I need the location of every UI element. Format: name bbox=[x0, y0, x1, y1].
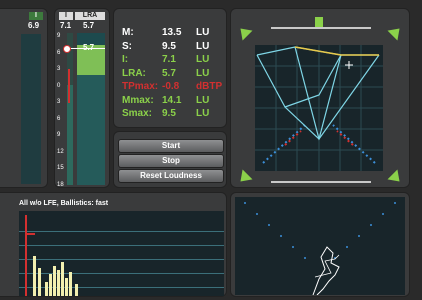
readout-value: 9.5 bbox=[162, 40, 176, 52]
histogram-bar bbox=[65, 278, 68, 296]
loudness-readout-panel: M: 13.5 LU S: 9.5 LU I: 7.1 LU LRA: 5.7 LU TPmax: -0.… bbox=[113, 8, 227, 128]
histogram-bar bbox=[45, 282, 48, 296]
readout-unit: LU bbox=[196, 94, 210, 106]
vectorscope-area bbox=[235, 197, 405, 296]
meter-scale-tick: 15 bbox=[57, 165, 64, 171]
surround-scope-panel bbox=[230, 8, 410, 188]
readout-label: Mmax: bbox=[122, 94, 154, 106]
meter-scale-tick: 9 bbox=[57, 33, 61, 39]
histogram-gridline bbox=[19, 259, 224, 260]
meter-lra-label: LRA bbox=[75, 12, 105, 20]
readout-value: 13.5 bbox=[162, 27, 182, 38]
readout-value: 14.1 bbox=[162, 94, 182, 106]
scope-top-balance-handle[interactable] bbox=[315, 17, 323, 27]
left-meter-panel: I 6.9 bbox=[0, 8, 48, 188]
readout-unit: LU bbox=[196, 67, 210, 79]
meter-scale-tick: 3 bbox=[57, 99, 61, 105]
scope-corner-arrow-br-icon[interactable] bbox=[387, 169, 405, 187]
histogram-gridline bbox=[19, 245, 224, 246]
readout-unit: LU bbox=[196, 27, 210, 38]
meter-lra-value: 5.7 bbox=[83, 21, 95, 30]
transport-controls-panel: Start Stop Reset Loudness bbox=[113, 131, 227, 188]
vectorscope-graph bbox=[244, 202, 396, 296]
readout-label: LRA: bbox=[122, 67, 146, 79]
histogram-bar bbox=[75, 284, 78, 296]
readout-label: Smax: bbox=[122, 108, 153, 119]
i-lra-meter-panel: I LRA 7.1 5.7 9 6 3 0 3 6 9 12 15 18 5.7 bbox=[54, 8, 110, 188]
scope-top-balance-track[interactable] bbox=[271, 27, 371, 29]
histogram-title: All w/o LFE, Ballistics: fast bbox=[19, 200, 109, 207]
loudness-histogram-panel: All w/o LFE, Ballistics: fast bbox=[0, 192, 227, 297]
histogram-bar bbox=[53, 266, 56, 296]
meter-scale: 9 6 3 0 3 6 9 12 15 18 bbox=[55, 9, 77, 189]
scope-area bbox=[255, 45, 383, 171]
readout-unit: dBTP bbox=[196, 81, 223, 92]
histogram-bar bbox=[49, 274, 52, 296]
left-meter-track bbox=[21, 34, 41, 184]
readout-unit: LU bbox=[196, 108, 210, 119]
left-meter-label: I bbox=[29, 12, 43, 20]
scope-corner-arrow-tr-icon[interactable] bbox=[387, 23, 405, 41]
readout-label: S: bbox=[122, 40, 132, 52]
histogram-red-cap bbox=[25, 233, 35, 235]
meter-scale-tick: 18 bbox=[57, 181, 64, 188]
meter-scale-tick: 12 bbox=[57, 148, 64, 155]
meter-scale-tick: 0 bbox=[57, 82, 61, 89]
scope-bottom-balance-track[interactable] bbox=[271, 181, 371, 183]
meter-scale-tick: 6 bbox=[57, 49, 61, 56]
readout-label: I: bbox=[122, 54, 129, 65]
histogram-bar bbox=[33, 256, 36, 296]
readout-value: -0.8 bbox=[162, 81, 180, 92]
meter-scale-tick: 6 bbox=[57, 115, 61, 122]
meter-i-track bbox=[67, 33, 73, 185]
scope-corner-arrow-bl-icon[interactable] bbox=[235, 169, 253, 187]
histogram-gridline bbox=[19, 231, 224, 232]
histogram-bar bbox=[38, 268, 41, 296]
meter-scale-tick: 9 bbox=[57, 132, 61, 138]
readout-unit: LU bbox=[196, 40, 210, 52]
readout-value: 7.1 bbox=[162, 54, 176, 65]
readout-unit: LU bbox=[196, 54, 210, 65]
meter-lra-track bbox=[77, 33, 105, 185]
meter-marker-value: 5.7 bbox=[83, 43, 95, 52]
left-meter-value: 6.9 bbox=[28, 21, 40, 30]
histogram-red-marker bbox=[25, 215, 27, 296]
readout-label: M: bbox=[122, 27, 134, 38]
readout-value: 9.5 bbox=[162, 108, 176, 119]
scope-corner-arrow-tl-icon[interactable] bbox=[235, 23, 253, 41]
meter-scale-tick: 3 bbox=[57, 66, 61, 72]
meter-red-indicator bbox=[68, 69, 70, 103]
histogram-bar bbox=[69, 272, 72, 296]
histogram-bar bbox=[57, 270, 60, 296]
histogram-plot bbox=[19, 211, 224, 296]
meter-lra-lower bbox=[77, 75, 105, 185]
surround-scope-graph bbox=[255, 45, 383, 171]
vectorscope-panel bbox=[230, 192, 410, 297]
start-button[interactable]: Start bbox=[118, 139, 224, 153]
readout-label: TPmax: bbox=[122, 81, 159, 92]
meter-marker-knob[interactable] bbox=[63, 45, 71, 53]
reset-loudness-button[interactable]: Reset Loudness bbox=[118, 169, 224, 183]
readout-value: 5.7 bbox=[162, 67, 176, 79]
stop-button[interactable]: Stop bbox=[118, 154, 224, 168]
